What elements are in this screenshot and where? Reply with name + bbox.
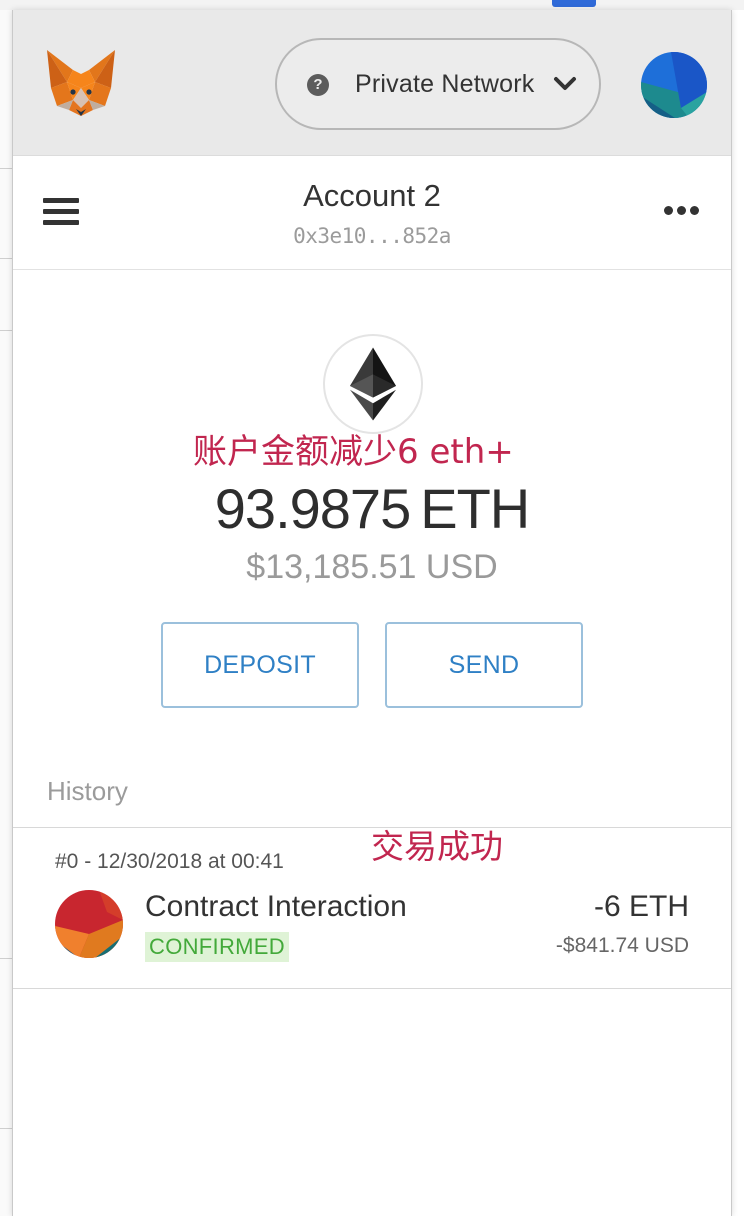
fiat-balance: $13,185.51 USD (246, 548, 498, 586)
ethereum-logo-icon (323, 334, 423, 434)
browser-toolbar-strip (0, 0, 744, 10)
transaction-fiat: -$841.74 USD (555, 934, 689, 957)
deposit-button[interactable]: DEPOSIT (161, 622, 359, 708)
transaction-meta: #0 - 12/30/2018 at 00:41 (55, 850, 284, 873)
transaction-identicon (55, 890, 123, 958)
list-divider (13, 988, 731, 989)
metamask-popup: ? Private Network Account 2 0x3e10...852… (12, 10, 732, 1216)
question-circle-icon: ? (307, 74, 329, 96)
eth-balance-amount: 93.9875 (214, 477, 411, 540)
app-header: ? Private Network (13, 10, 731, 156)
history-heading: History (47, 776, 128, 806)
browser-divider (0, 258, 12, 259)
account-name[interactable]: Account 2 (13, 178, 731, 214)
account-identicon[interactable] (641, 52, 707, 118)
more-options-icon[interactable] (664, 206, 700, 220)
browser-divider (0, 1128, 12, 1129)
eth-balance: 93.9875 ETH (13, 476, 731, 541)
browser-divider (0, 168, 12, 169)
transaction-title: Contract Interaction (145, 890, 407, 923)
transaction-annotation: 交易成功 (371, 827, 503, 866)
metamask-fox-icon[interactable] (43, 48, 119, 120)
browser-divider (0, 330, 12, 331)
network-selector[interactable]: ? Private Network (275, 38, 601, 130)
status-badge: CONFIRMED (145, 932, 289, 962)
account-bar: Account 2 0x3e10...852a (13, 156, 731, 270)
browser-page-edge (0, 10, 12, 1216)
browser-new-badge (552, 0, 596, 7)
account-address[interactable]: 0x3e10...852a (13, 224, 731, 248)
network-label: Private Network (355, 70, 535, 98)
transaction-amount: -6 ETH (593, 890, 689, 923)
browser-divider (0, 958, 12, 959)
send-button[interactable]: SEND (385, 622, 583, 708)
eth-balance-unit: ETH (420, 477, 530, 540)
balance-annotation: 账户金额减少6 eth+ (193, 432, 514, 472)
chevron-down-icon (554, 77, 576, 90)
